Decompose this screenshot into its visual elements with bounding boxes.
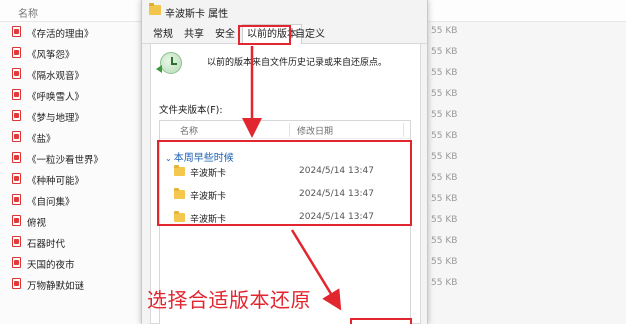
annotation-arrows <box>242 46 342 311</box>
annotation-caption: 选择合适版本还原 <box>147 288 311 312</box>
